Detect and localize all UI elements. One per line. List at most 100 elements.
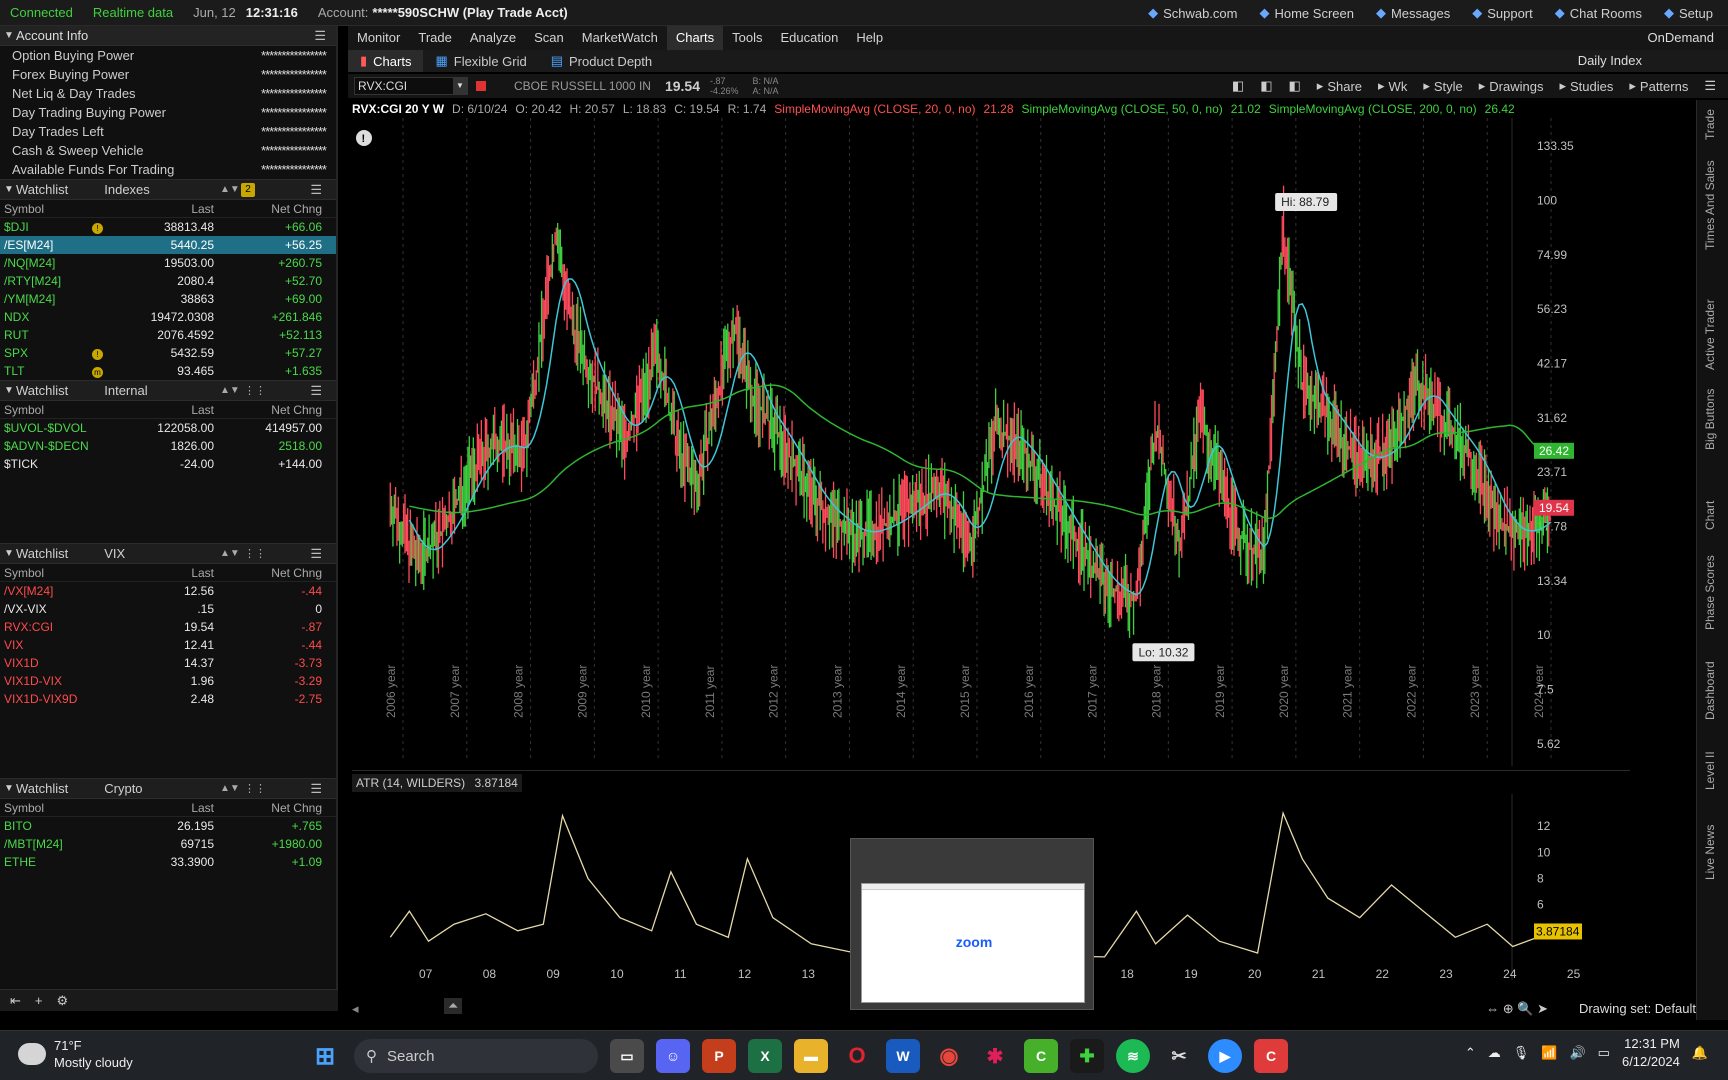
battery-icon[interactable]: ▭ (1598, 1045, 1610, 1061)
tool-wk[interactable]: ▸ Wk (1370, 78, 1415, 94)
watchlist-row[interactable]: /RTY[M24] 2080.4 +52.70 (0, 272, 336, 290)
side-tab-trade[interactable]: Trade (1703, 109, 1717, 140)
tool-drawings[interactable]: ▸ Drawings (1471, 78, 1552, 94)
account-row-available-funds-for-trading[interactable]: Available Funds For Trading *************… (0, 160, 336, 179)
watchlist-header-crypto[interactable]: ▼ Watchlist Crypto ▲▼ ⋮⋮ ☰ (0, 778, 336, 799)
flask-icon[interactable]: ◧ (1252, 78, 1280, 94)
chevron-down-icon[interactable]: ▼ (4, 184, 16, 195)
alert-dot-icon[interactable]: ! (92, 223, 103, 234)
ondemand-button[interactable]: OnDemand (1648, 26, 1714, 50)
top-link-chat-rooms[interactable]: ◆ Chat Rooms (1544, 5, 1653, 21)
column-symbol[interactable]: Symbol (0, 403, 110, 417)
watchlist-name[interactable]: Internal (104, 383, 147, 398)
side-tab-active-trader[interactable]: Active Trader (1703, 299, 1717, 370)
tab-charts[interactable]: ▮ Charts (348, 50, 424, 72)
cloud-icon[interactable]: ☁ (1488, 1045, 1501, 1061)
watchlist-row[interactable]: /VX-VIX .15 0 (0, 600, 336, 618)
gear-icon[interactable]: ⚙ (57, 993, 69, 1009)
scroll-left-icon[interactable]: ◂ (352, 1001, 359, 1017)
tab-flexible-grid[interactable]: ▦ Flexible Grid (423, 50, 538, 72)
spotify-icon[interactable]: ≋ (1116, 1039, 1150, 1073)
tool-style[interactable]: ▸ Style (1415, 78, 1470, 94)
windows-start-icon[interactable]: ⊞ (308, 1039, 342, 1073)
sort-arrows-icon[interactable]: ▲▼ (220, 783, 240, 794)
menu-monitor[interactable]: Monitor (348, 26, 409, 50)
link-icon[interactable]: ⋮⋮ (244, 782, 266, 795)
side-tab-dashboard[interactable]: Dashboard (1703, 661, 1717, 720)
volume-icon[interactable]: 🔊 (1569, 1045, 1585, 1061)
grid-icon[interactable]: ◧ (1224, 78, 1252, 94)
zoom-icon[interactable]: ▶ (1208, 1039, 1242, 1073)
menu-trade[interactable]: Trade (409, 26, 460, 50)
opera-icon[interactable]: O (840, 1039, 874, 1073)
drawing-set[interactable]: Drawing set: Default (1579, 1001, 1696, 1016)
watchlist-row[interactable]: $DJI! 38813.48 +66.06 (0, 218, 336, 236)
add-icon[interactable]: + (35, 993, 43, 1008)
tool-patterns[interactable]: ▸ Patterns (1621, 78, 1696, 94)
chevron-down-icon[interactable]: ▼ (4, 385, 16, 396)
top-link-home-screen[interactable]: ◆ Home Screen (1248, 5, 1364, 21)
column-last[interactable]: Last (110, 801, 214, 815)
sma200-label[interactable]: SimpleMovingAvg (CLOSE, 200, 0, no) (1269, 102, 1477, 116)
watchlist-row[interactable]: NDX 19472.0308 +261.846 (0, 308, 336, 326)
task-view-icon[interactable]: ▭ (610, 1039, 644, 1073)
chevron-down-icon[interactable]: ▼ (4, 548, 16, 559)
column-last[interactable]: Last (110, 403, 214, 417)
notification-icon[interactable]: 🔔 (1692, 1045, 1708, 1061)
menu-help[interactable]: Help (847, 26, 892, 50)
pane-divider[interactable] (352, 770, 1630, 771)
gear-icon[interactable]: ◧ (1280, 78, 1308, 94)
watchlist-row[interactable]: /NQ[M24] 19503.00 +260.75 (0, 254, 336, 272)
watchlist-name[interactable]: Indexes (104, 182, 150, 197)
watchlist-row[interactable]: $ADVN-$DECN 1826.00 2518.00 (0, 437, 336, 455)
menu-tools[interactable]: Tools (723, 26, 771, 50)
side-tab-phase-scores[interactable]: Phase Scores (1703, 555, 1717, 630)
watchlist-row[interactable]: $UVOL-$DVOL 122058.00 414957.00 (0, 419, 336, 437)
menu-marketwatch[interactable]: MarketWatch (573, 26, 667, 50)
tool-icon[interactable]: ✂ (1162, 1039, 1196, 1073)
sma20-label[interactable]: SimpleMovingAvg (CLOSE, 20, 0, no) (774, 102, 975, 116)
watchlist-header-vix[interactable]: ▼ Watchlist VIX ▲▼ ⋮⋮ ☰ (0, 543, 336, 564)
collapse-icon[interactable]: ⇤ (10, 993, 21, 1009)
watchlist-row[interactable]: RUT 2076.4592 +52.113 (0, 326, 336, 344)
camtasia-icon[interactable]: C (1024, 1039, 1058, 1073)
tool-share[interactable]: ▸ Share (1309, 78, 1370, 94)
watchlist-row[interactable]: /MBT[M24] 69715 +1980.00 (0, 835, 336, 853)
excel-icon[interactable]: X (748, 1039, 782, 1073)
chevron-down-icon[interactable]: ▼ (4, 783, 16, 794)
watchlist-header-internal[interactable]: ▼ Watchlist Internal ▲▼ ⋮⋮ ☰ (0, 380, 336, 401)
menu-scan[interactable]: Scan (525, 26, 573, 50)
menu-education[interactable]: Education (771, 26, 847, 50)
menu-icon[interactable]: ☰ (310, 781, 322, 797)
atr-label[interactable]: ATR (14, WILDERS) (356, 776, 465, 790)
watchlist-row[interactable]: VIX1D-VIX 1.96 -3.29 (0, 672, 336, 690)
symbol-input[interactable]: RVX:CGI ▼ (354, 77, 468, 95)
scroll-handle[interactable]: ⏶ (444, 998, 463, 1014)
watchlist-row[interactable]: /VX[M24] 12.56 -.44 (0, 582, 336, 600)
column-last[interactable]: Last (110, 566, 214, 580)
word-icon[interactable]: W (886, 1039, 920, 1073)
sort-arrows-icon[interactable]: ▲▼ (220, 385, 240, 396)
top-link-setup[interactable]: ◆ Setup (1653, 5, 1724, 21)
taskbar-search[interactable]: ⚲ Search (354, 1039, 598, 1073)
thinkorswim-icon[interactable]: ✚ (1070, 1039, 1104, 1073)
wifi-icon[interactable]: 📶 (1541, 1045, 1557, 1061)
powerpoint-icon[interactable]: P (702, 1039, 736, 1073)
chrome-icon[interactable]: ◉ (932, 1039, 966, 1073)
menu-charts[interactable]: Charts (666, 26, 724, 50)
column-symbol[interactable]: Symbol (0, 801, 110, 815)
watchlist-name[interactable]: VIX (104, 546, 125, 561)
watchlist-row[interactable]: /YM[M24] 38863 +69.00 (0, 290, 336, 308)
account-row-forex-buying-power[interactable]: Forex Buying Power **************** (0, 65, 336, 84)
zoom-tools-icon[interactable]: ⇔ ⊕ 🔍 ➤ (1486, 1001, 1548, 1017)
watchlist-row[interactable]: BITO 26.195 +.765 (0, 817, 336, 835)
watchlist-name[interactable]: Crypto (104, 781, 142, 796)
weather-widget[interactable]: 71°F Mostly cloudy (18, 1037, 133, 1071)
link-color-icon[interactable] (476, 81, 486, 91)
side-tab-level-ii[interactable]: Level II (1703, 751, 1717, 790)
file-explorer-icon[interactable]: ▬ (794, 1039, 828, 1073)
discord-icon[interactable]: ☺ (656, 1039, 690, 1073)
tab-product-depth[interactable]: ▤ Product Depth (539, 50, 664, 72)
watchlist-row[interactable]: ETHE 33.3900 +1.09 (0, 853, 336, 871)
side-tab-chart[interactable]: Chart (1703, 501, 1717, 530)
